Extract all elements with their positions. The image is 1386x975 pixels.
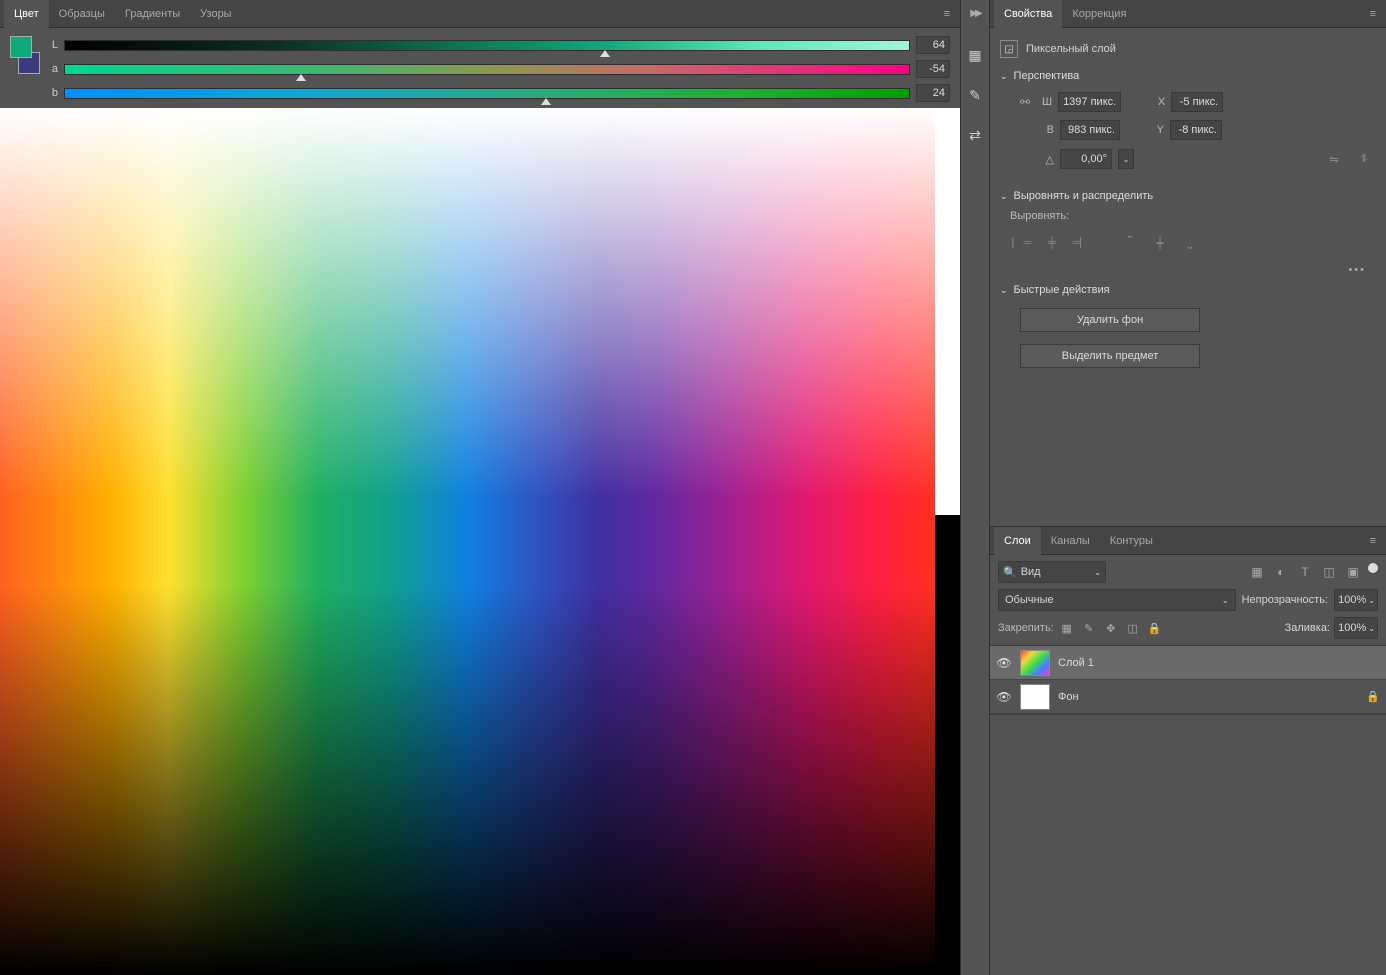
tab-properties[interactable]: Свойства: [994, 0, 1062, 28]
flip-v-icon[interactable]: ⥮: [1352, 148, 1376, 170]
height-field[interactable]: 983 пикс.: [1060, 120, 1120, 140]
blend-mode-combo[interactable]: Обычные⌄: [998, 589, 1236, 611]
link-icon[interactable]: ⚯: [1020, 95, 1030, 109]
slider-L-value[interactable]: 64: [916, 36, 950, 54]
chevron-down-icon: ⌄: [1000, 285, 1008, 296]
filter-adjust-icon[interactable]: ◐: [1272, 563, 1290, 581]
slider-a-label: a: [48, 63, 58, 75]
chevron-down-icon: ⌄: [1000, 191, 1008, 202]
color-sliders-section: L 64 a -54 b 24: [0, 28, 960, 108]
properties-tabs: ▶▶ Свойства Коррекция ≡: [990, 0, 1386, 28]
tab-correction[interactable]: Коррекция: [1062, 0, 1136, 28]
layer-name[interactable]: Слой 1: [1058, 657, 1094, 669]
layer-item[interactable]: 👁 Фон 🔒: [990, 680, 1386, 714]
angle-dropdown[interactable]: ⌄: [1118, 149, 1134, 169]
slider-L-track[interactable]: [64, 40, 910, 51]
tab-gradients[interactable]: Градиенты: [115, 0, 190, 28]
layer-item[interactable]: 👁 Слой 1: [990, 646, 1386, 680]
slider-b-label: b: [48, 87, 58, 99]
foreground-swatch[interactable]: [10, 36, 32, 58]
layers-tabs: Слои Каналы Контуры ≡: [990, 527, 1386, 555]
layer-name[interactable]: Фон: [1058, 691, 1079, 703]
slider-L-thumb[interactable]: [600, 50, 610, 57]
layer-type-icon: ◲: [1000, 40, 1018, 58]
slider-L-label: L: [48, 39, 58, 51]
panel-menu-icon[interactable]: ≡: [938, 8, 956, 20]
brush-shortcut-icon[interactable]: ✎: [964, 85, 986, 105]
section-align[interactable]: ⌄ Выровнять и распределить: [1000, 186, 1376, 206]
height-label: В: [1042, 124, 1054, 136]
spectrum-black-chip[interactable]: [935, 516, 960, 975]
filter-smart-icon[interactable]: ▣: [1344, 563, 1362, 581]
search-icon: 🔍: [1003, 566, 1017, 579]
filter-pixel-icon[interactable]: ▦: [1248, 563, 1266, 581]
more-options-icon[interactable]: •••: [1000, 264, 1376, 276]
properties-menu-icon[interactable]: ≡: [1364, 8, 1382, 20]
slider-a-value[interactable]: -54: [916, 60, 950, 78]
lock-move-icon[interactable]: ✥: [1102, 619, 1120, 637]
slider-b-value[interactable]: 24: [916, 84, 950, 102]
tab-paths[interactable]: Контуры: [1100, 527, 1163, 555]
slider-b-thumb[interactable]: [541, 98, 551, 105]
tab-color[interactable]: Цвет: [4, 0, 49, 28]
fill-field[interactable]: 100%⌄: [1334, 617, 1378, 639]
fg-bg-swatches[interactable]: [10, 36, 40, 74]
layer-type-label: Пиксельный слой: [1026, 43, 1116, 55]
spectrum-white-chip[interactable]: [935, 108, 960, 515]
tab-patterns[interactable]: Узоры: [190, 0, 241, 28]
width-label: Ш: [1040, 96, 1052, 108]
angle-field[interactable]: 0,00°: [1060, 149, 1112, 169]
slider-b-track[interactable]: [64, 88, 910, 99]
filter-shape-icon[interactable]: ◫: [1320, 563, 1338, 581]
visibility-toggle[interactable]: 👁: [996, 690, 1012, 704]
adjust-shortcut-icon[interactable]: ⇄: [964, 125, 986, 145]
align-left-icon[interactable]: ⎸═: [1010, 232, 1034, 254]
slider-a-track[interactable]: [64, 64, 910, 75]
lock-transparent-icon[interactable]: ▦: [1058, 619, 1076, 637]
y-label: Y: [1152, 124, 1164, 136]
opacity-label: Непрозрачность:: [1242, 594, 1328, 606]
opacity-field[interactable]: 100%⌄: [1334, 589, 1378, 611]
remove-bg-button[interactable]: Удалить фон: [1020, 308, 1200, 332]
expand-right-icon[interactable]: ▶▶: [970, 8, 979, 19]
visibility-toggle[interactable]: 👁: [996, 656, 1012, 670]
lock-icon: 🔒: [1366, 690, 1380, 703]
align-hcenter-icon[interactable]: ╪: [1040, 232, 1064, 254]
layer-thumbnail[interactable]: [1020, 650, 1050, 676]
angle-label: △: [1042, 153, 1054, 166]
collapsed-dock: ▶▶ ▦ ✎ ⇄: [960, 0, 990, 975]
layer-thumbnail[interactable]: [1020, 684, 1050, 710]
lock-label: Закрепить:: [998, 622, 1054, 634]
slider-a-thumb[interactable]: [296, 74, 306, 81]
width-field[interactable]: 1397 пикс.: [1058, 92, 1121, 112]
chevron-down-icon: ⌄: [1000, 71, 1008, 82]
fill-label: Заливка:: [1285, 622, 1330, 634]
color-spectrum[interactable]: [0, 108, 960, 975]
layers-shortcut-icon[interactable]: ▦: [964, 45, 986, 65]
x-label: X: [1153, 96, 1165, 108]
align-bottom-icon[interactable]: ⎵: [1178, 232, 1202, 254]
align-right-icon[interactable]: ═⎸: [1070, 232, 1094, 254]
x-field[interactable]: -5 пикс.: [1171, 92, 1223, 112]
layers-menu-icon[interactable]: ≡: [1364, 535, 1382, 547]
select-subject-button[interactable]: Выделить предмет: [1020, 344, 1200, 368]
lock-all-icon[interactable]: 🔒: [1146, 619, 1164, 637]
flip-h-icon[interactable]: ⇋: [1322, 148, 1346, 170]
filter-toggle[interactable]: [1368, 563, 1378, 573]
layer-list: 👁 Слой 1 👁 Фон 🔒: [990, 645, 1386, 715]
align-vcenter-icon[interactable]: ┿: [1148, 232, 1172, 254]
color-panel-tabs: ◀◀ Цвет Образцы Градиенты Узоры ≡: [0, 0, 960, 28]
filter-type-icon[interactable]: T: [1296, 563, 1314, 581]
section-quick-actions[interactable]: ⌄ Быстрые действия: [1000, 280, 1376, 300]
section-transform[interactable]: ⌄ Перспектива: [1000, 66, 1376, 86]
layer-filter-combo[interactable]: 🔍 Вид ⌄: [998, 561, 1106, 583]
align-subtitle: Выровнять:: [1000, 210, 1376, 222]
align-top-icon[interactable]: ⎴: [1118, 232, 1142, 254]
tab-swatches[interactable]: Образцы: [49, 0, 115, 28]
tab-layers[interactable]: Слои: [994, 527, 1041, 555]
tab-channels[interactable]: Каналы: [1041, 527, 1100, 555]
y-field[interactable]: -8 пикс.: [1170, 120, 1222, 140]
lock-artboard-icon[interactable]: ◫: [1124, 619, 1142, 637]
lock-paint-icon[interactable]: ✎: [1080, 619, 1098, 637]
